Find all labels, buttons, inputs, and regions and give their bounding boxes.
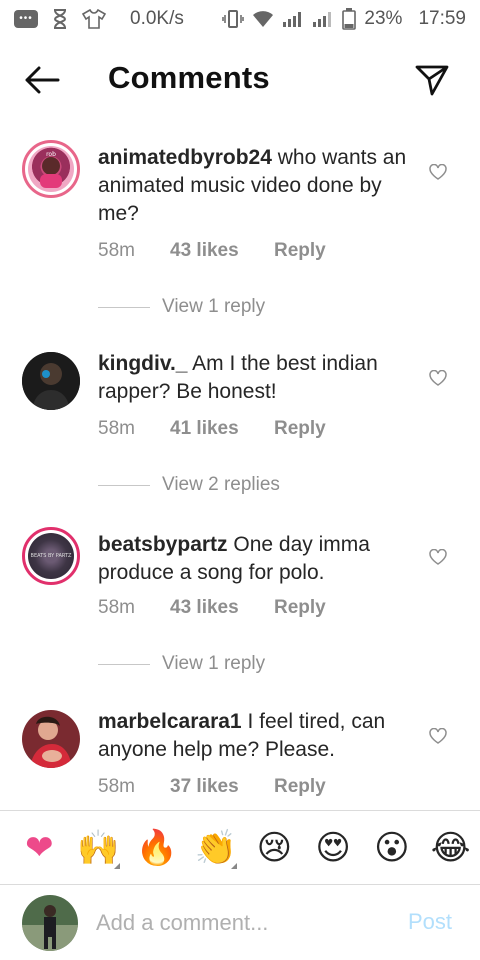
reply-button[interactable]: Reply (274, 597, 326, 619)
fire-emoji-glyph: 🔥 (135, 827, 179, 868)
divider-line (98, 484, 150, 486)
hourglass-icon (52, 9, 68, 29)
comment-username[interactable]: beatsbypartz (98, 533, 228, 556)
comment-time: 58m (98, 776, 135, 797)
comment-username[interactable]: marbelcarara1 (98, 710, 242, 733)
comment-likes[interactable]: 43 likes (170, 240, 274, 262)
view-replies-label: View 1 reply (162, 296, 266, 317)
comment-text-block: beatsbypartz One day imma produce a song… (98, 531, 416, 587)
comment-username[interactable]: kingdiv._ (98, 352, 187, 375)
view-replies-label: View 2 replies (162, 474, 280, 495)
header: Comments (0, 46, 480, 112)
back-button[interactable] (22, 60, 62, 100)
emoji-bar: ❤ 🙌 🔥 👏 😢 😍 😮 😂 (0, 810, 480, 884)
signal-icon-2 (312, 11, 334, 27)
comment-meta: 58m 41 likes Reply (98, 418, 326, 440)
heart-eyes-emoji[interactable]: 😍 (304, 823, 363, 873)
avatar[interactable]: rob (22, 140, 80, 198)
surprised-face-emoji[interactable]: 😮 (363, 823, 422, 873)
comment-text-block: kingdiv._ Am I the best indian rapper? B… (98, 350, 416, 406)
divider-line (98, 663, 150, 665)
comment-time: 58m (98, 240, 135, 261)
clock: 17:59 (418, 8, 466, 29)
heart-outline-icon (429, 370, 447, 386)
skin-tone-indicator (113, 862, 120, 869)
like-button[interactable] (426, 724, 450, 748)
message-notification-icon: ••• (14, 10, 38, 28)
page-title: Comments (108, 60, 270, 95)
like-button[interactable] (426, 366, 450, 390)
divider-line (98, 306, 150, 308)
view-replies-button[interactable]: View 1 reply (98, 653, 265, 675)
raising-hands-emoji[interactable]: 🙌 (69, 823, 128, 873)
post-button[interactable]: Post (408, 909, 452, 935)
view-replies-label: View 1 reply (162, 653, 266, 674)
reply-button[interactable]: Reply (274, 776, 326, 798)
sad-face-emoji[interactable]: 😢 (245, 823, 304, 873)
status-left: ••• 0.0K/s (14, 8, 184, 30)
heart-emoji-glyph: ❤ (25, 827, 54, 868)
arrow-left-icon (25, 66, 60, 94)
skin-tone-indicator (231, 862, 237, 869)
heart-outline-icon (429, 728, 447, 744)
like-button[interactable] (426, 160, 450, 184)
heart-eyes-emoji-glyph: 😍 (315, 827, 351, 868)
view-replies-button[interactable]: View 1 reply (98, 296, 265, 318)
network-speed: 0.0K/s (130, 8, 184, 29)
surprised-face-emoji-glyph: 😮 (374, 827, 410, 868)
comment-time: 58m (98, 418, 135, 439)
battery-percent: 23% (364, 8, 403, 29)
reply-button[interactable]: Reply (274, 418, 326, 440)
like-button[interactable] (426, 545, 450, 569)
reply-button[interactable]: Reply (274, 240, 326, 262)
comment-input[interactable] (96, 903, 386, 943)
laughing-face-emoji[interactable]: 😂 (421, 823, 480, 873)
comment-meta: 58m 37 likes Reply (98, 776, 326, 798)
comment-input-bar: Post (0, 884, 480, 960)
heart-outline-icon (429, 549, 447, 565)
avatar[interactable] (22, 352, 80, 410)
avatar-logo-text: BEATS BY PARTZ (30, 553, 72, 559)
comment-likes[interactable]: 37 likes (170, 776, 274, 798)
wifi-icon (252, 10, 274, 28)
comment-username[interactable]: animatedbyrob24 (98, 146, 272, 169)
status-bar: ••• 0.0K/s 23% 17:59 (0, 0, 480, 38)
comment-likes[interactable]: 41 likes (170, 418, 274, 440)
comment-meta: 58m 43 likes Reply (98, 240, 326, 262)
my-avatar (22, 895, 78, 951)
laughing-face-emoji-glyph: 😂 (430, 827, 471, 868)
vibrate-icon (222, 10, 245, 28)
svg-text:rob: rob (46, 151, 56, 158)
comment-time: 58m (98, 597, 135, 618)
avatar[interactable] (22, 710, 80, 768)
comment-meta: 58m 43 likes Reply (98, 597, 326, 619)
share-button[interactable] (412, 60, 452, 100)
comment-likes[interactable]: 43 likes (170, 597, 274, 619)
clapping-hands-emoji[interactable]: 👏 (186, 823, 245, 873)
paper-plane-icon (415, 65, 449, 96)
status-right: 23% 17:59 (222, 8, 466, 30)
clapping-hands-emoji-glyph: 👏 (194, 827, 237, 868)
signal-icon-1 (282, 11, 304, 27)
battery-icon (342, 8, 357, 30)
avatar[interactable]: BEATS BY PARTZ (22, 527, 80, 585)
fire-emoji[interactable]: 🔥 (128, 823, 187, 873)
view-replies-button[interactable]: View 2 replies (98, 474, 280, 496)
heart-outline-icon (429, 164, 447, 180)
sad-face-emoji-glyph: 😢 (256, 827, 293, 868)
tshirt-icon (82, 9, 106, 29)
comment-text-block: animatedbyrob24 who wants an animated mu… (98, 144, 416, 228)
raising-hands-emoji-glyph: 🙌 (76, 827, 120, 868)
heart-emoji[interactable]: ❤ (10, 823, 69, 873)
comment-text-block: marbelcarara1 I feel tired, can anyone h… (98, 708, 416, 764)
